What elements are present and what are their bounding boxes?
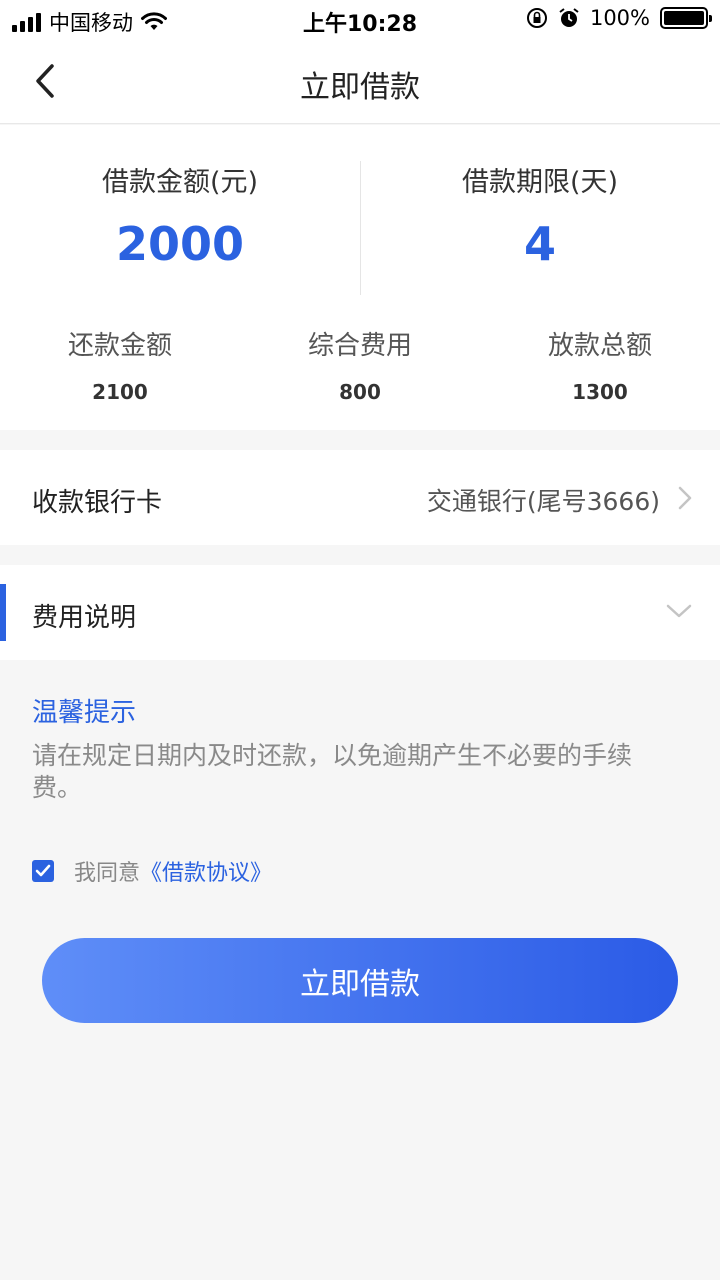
disbursed-amount-label: 放款总额 xyxy=(547,331,652,361)
chevron-down-icon xyxy=(666,604,692,618)
nav-bar: 立即借款 xyxy=(0,40,720,124)
total-fee-label: 综合费用 xyxy=(307,331,412,361)
agreement-text: 我同意 xyxy=(74,861,141,886)
rotation-lock-icon xyxy=(526,8,547,28)
loan-summary: 借款金额(元) 2000 借款期限(天) 4 还款金额 2100 综合费用 80… xyxy=(0,125,720,430)
borrow-now-button[interactable]: 立即借款 xyxy=(42,938,678,1023)
agreement-link[interactable]: 《借款协议》 xyxy=(140,855,272,887)
alarm-icon xyxy=(559,8,579,27)
status-bar: 中国移动 上午10:28 100% xyxy=(0,0,720,40)
loan-term: 借款期限(天) 4 xyxy=(360,160,720,271)
loan-term-value: 4 xyxy=(523,217,556,271)
accent-bar xyxy=(0,584,6,641)
status-right: 100% xyxy=(526,6,712,30)
repayment-amount-label: 还款金额 xyxy=(67,331,172,361)
agreement-row: 我同意 《借款协议》 xyxy=(32,855,272,887)
fee-description-row[interactable]: 费用说明 xyxy=(0,565,720,660)
loan-details: 还款金额 2100 综合费用 800 放款总额 1300 xyxy=(0,325,720,404)
bank-card-value: 交通银行(尾号3666) xyxy=(426,487,660,516)
chevron-right-icon xyxy=(678,486,692,510)
loan-term-label: 借款期限(天) xyxy=(461,167,619,198)
disbursed-amount: 放款总额 1300 xyxy=(480,325,720,404)
bank-card-row[interactable]: 收款银行卡 交通银行(尾号3666) xyxy=(0,450,720,545)
repayment-amount-value: 2100 xyxy=(92,380,148,404)
agreement-checkbox[interactable] xyxy=(32,860,54,882)
total-fee-value: 800 xyxy=(339,380,381,404)
page-title: 立即借款 xyxy=(300,70,420,105)
loan-amount: 借款金额(元) 2000 xyxy=(0,160,360,271)
bank-card-label: 收款银行卡 xyxy=(32,488,163,518)
check-icon xyxy=(35,864,51,877)
loan-amount-value: 2000 xyxy=(115,217,245,271)
battery-percent: 100% xyxy=(589,6,650,30)
loan-amount-label: 借款金额(元) xyxy=(101,167,259,198)
battery-icon xyxy=(660,7,712,29)
tips-title: 温馨提示 xyxy=(32,698,137,728)
repayment-amount: 还款金额 2100 xyxy=(0,325,240,404)
total-fee: 综合费用 800 xyxy=(240,325,480,404)
disbursed-amount-value: 1300 xyxy=(572,380,628,404)
fee-description-label: 费用说明 xyxy=(32,603,137,633)
tips-text: 请在规定日期内及时还款，以免逾期产生不必要的手续 费。 xyxy=(32,741,633,802)
